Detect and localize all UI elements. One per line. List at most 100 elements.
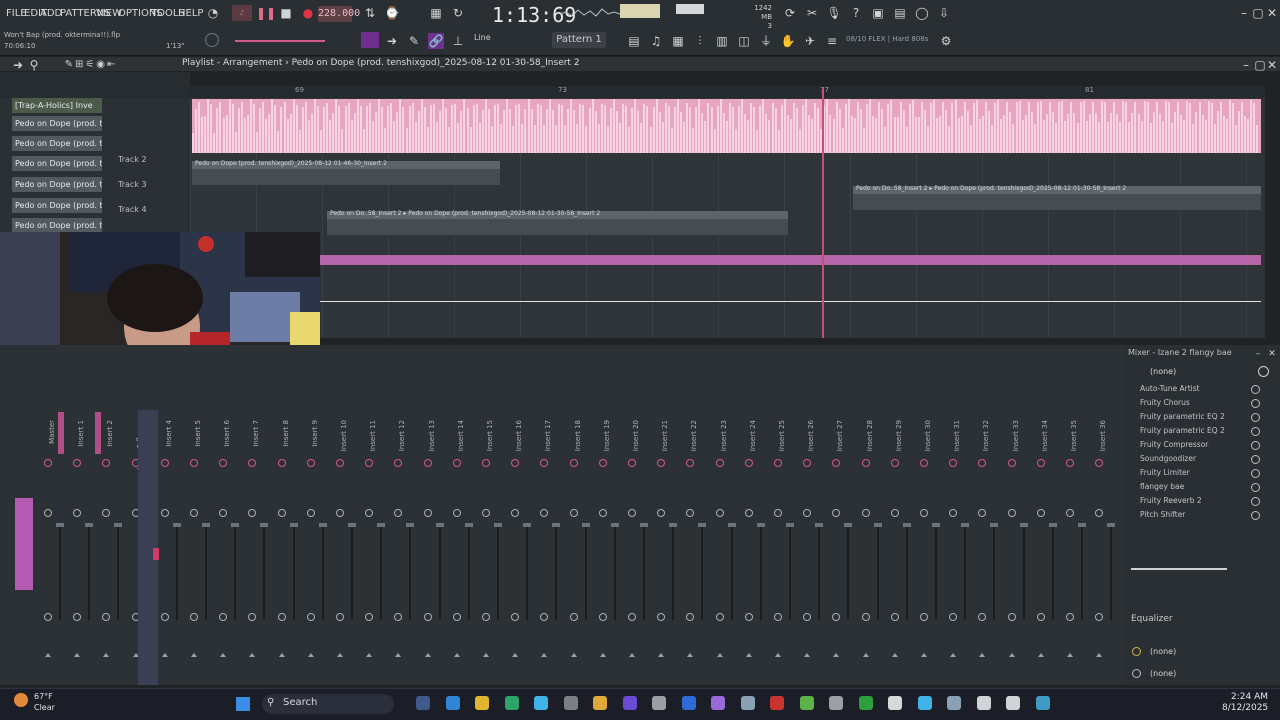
mixer-strip[interactable]: Insert 34	[1033, 355, 1060, 685]
audio-clip-track4[interactable]: Pedo on Do..58_Insert 2 ▸ Pedo on Dope (…	[327, 210, 788, 235]
route-knob[interactable]	[452, 613, 461, 621]
app-icon[interactable]	[888, 696, 902, 710]
volume-fader-track[interactable]	[88, 525, 91, 620]
route-arrow-icon[interactable]	[103, 653, 110, 657]
stereo-knob[interactable]	[598, 509, 607, 517]
stereo-knob[interactable]	[978, 509, 987, 517]
mixer-strip[interactable]: Insert 2	[98, 355, 125, 685]
volume-fader-cap[interactable]	[727, 523, 736, 527]
route-knob[interactable]	[1007, 613, 1016, 621]
volume-fader-track[interactable]	[205, 525, 207, 620]
fx-slot[interactable]: Fruity Reeverb 2	[1140, 496, 1202, 505]
volume-fader-cap[interactable]	[348, 523, 356, 527]
route-arrow-icon[interactable]	[249, 653, 256, 657]
task-view-icon[interactable]	[416, 696, 430, 710]
route-knob[interactable]	[365, 613, 374, 621]
volume-fader-track[interactable]	[380, 525, 383, 620]
menu-list-icon[interactable]: ≡	[824, 33, 840, 49]
pan-knob[interactable]	[365, 459, 374, 467]
mixer-strip[interactable]: Insert 17	[536, 355, 563, 685]
automation-clip[interactable]	[320, 255, 1261, 265]
mixer-strip[interactable]: Insert 31	[945, 355, 972, 685]
wait-record-icon[interactable]: ⌚	[384, 5, 400, 21]
browser-icon[interactable]: ▥	[714, 33, 730, 49]
output-slot[interactable]: (none)	[1150, 647, 1176, 656]
stereo-knob[interactable]	[277, 509, 286, 517]
app-icon[interactable]	[829, 696, 843, 710]
fx-preset-name[interactable]: (none)	[1150, 367, 1176, 376]
pan-knob[interactable]	[219, 459, 228, 467]
stereo-knob[interactable]	[686, 509, 695, 517]
notepad-icon[interactable]	[534, 696, 548, 710]
settings-gear-icon[interactable]: ⚙	[938, 33, 954, 49]
route-knob[interactable]	[394, 613, 403, 621]
volume-fader-cap[interactable]	[640, 523, 648, 527]
route-knob[interactable]	[1036, 613, 1045, 621]
mixer-strip[interactable]: Insert 1	[69, 355, 96, 685]
fx-slot[interactable]: flangey bae	[1140, 482, 1184, 491]
fx-enable-toggle[interactable]	[1251, 413, 1260, 422]
volume-fader-track[interactable]	[613, 525, 616, 620]
route-arrow-icon[interactable]	[191, 653, 197, 657]
route-knob[interactable]	[628, 613, 636, 621]
pan-knob[interactable]	[774, 459, 782, 467]
stereo-knob[interactable]	[394, 509, 403, 517]
volume-fader-cap[interactable]	[1107, 523, 1116, 527]
stereo-knob[interactable]	[628, 509, 636, 517]
master-volume-knob[interactable]	[205, 33, 219, 47]
route-knob[interactable]	[73, 613, 82, 621]
route-arrow-icon[interactable]	[512, 653, 519, 657]
master-pitch-slider[interactable]	[235, 40, 325, 42]
volume-fader-track[interactable]	[701, 525, 704, 620]
snap-mode[interactable]: Line	[474, 33, 491, 42]
volume-fader-track[interactable]	[789, 525, 791, 620]
pattern-item[interactable]: [Trap-A-Holics] Inve	[12, 98, 102, 113]
mixer-strip[interactable]: Insert 13	[420, 355, 447, 685]
volume-fader-track[interactable]	[409, 525, 412, 620]
volume-fader-track[interactable]	[117, 525, 120, 620]
mixer-strip[interactable]: Insert 18	[566, 355, 593, 685]
fx-slot[interactable]: Fruity Compressor	[1140, 440, 1208, 449]
stereo-knob[interactable]	[832, 509, 841, 517]
tempo-display[interactable]: 228.000	[318, 6, 360, 22]
track-label[interactable]: Track 2	[118, 155, 147, 164]
menu-add[interactable]: ADD	[40, 8, 62, 19]
discord-icon[interactable]	[622, 696, 637, 710]
route-arrow-icon[interactable]	[278, 653, 285, 657]
fx-enable-toggle[interactable]	[1251, 455, 1260, 464]
stereo-knob[interactable]	[744, 509, 753, 517]
save-icon[interactable]: ▣	[870, 5, 886, 21]
app-icon[interactable]	[711, 696, 725, 710]
volume-fader-cap[interactable]	[873, 523, 882, 527]
pattern-item[interactable]: Pedo on Dope (prod. tens..	[12, 218, 102, 233]
plugin-icon[interactable]: ▤	[892, 5, 908, 21]
stereo-knob[interactable]	[774, 509, 782, 517]
route-arrow-icon[interactable]	[483, 653, 489, 657]
route-knob[interactable]	[1095, 613, 1104, 621]
stereo-knob[interactable]	[336, 509, 344, 517]
stereo-knob[interactable]	[1007, 509, 1016, 517]
pan-knob[interactable]	[540, 459, 549, 467]
app-icon[interactable]	[1035, 696, 1050, 710]
route-arrow-icon[interactable]	[1037, 653, 1044, 657]
volume-fader-track[interactable]	[263, 525, 266, 620]
route-knob[interactable]	[832, 613, 841, 621]
chat-icon[interactable]: ◯	[914, 5, 930, 21]
route-knob[interactable]	[890, 613, 899, 621]
route-knob[interactable]	[774, 613, 782, 621]
mixer-strip[interactable]: Insert 12	[390, 355, 417, 685]
route-arrow-icon[interactable]	[161, 653, 168, 657]
volume-fader-cap[interactable]	[56, 523, 64, 527]
stereo-knob[interactable]	[511, 509, 520, 517]
stereo-knob[interactable]	[219, 509, 228, 517]
pan-knob[interactable]	[306, 459, 315, 467]
app-icon[interactable]	[740, 696, 755, 710]
stereo-knob[interactable]	[248, 509, 257, 517]
stereo-knob[interactable]	[102, 509, 111, 517]
route-arrow-icon[interactable]	[1008, 653, 1015, 657]
route-knob[interactable]	[920, 613, 928, 621]
pan-knob[interactable]	[44, 459, 52, 467]
menu-help[interactable]: HELP	[178, 8, 203, 19]
pan-knob[interactable]	[978, 459, 987, 467]
route-arrow-icon[interactable]	[599, 653, 606, 657]
